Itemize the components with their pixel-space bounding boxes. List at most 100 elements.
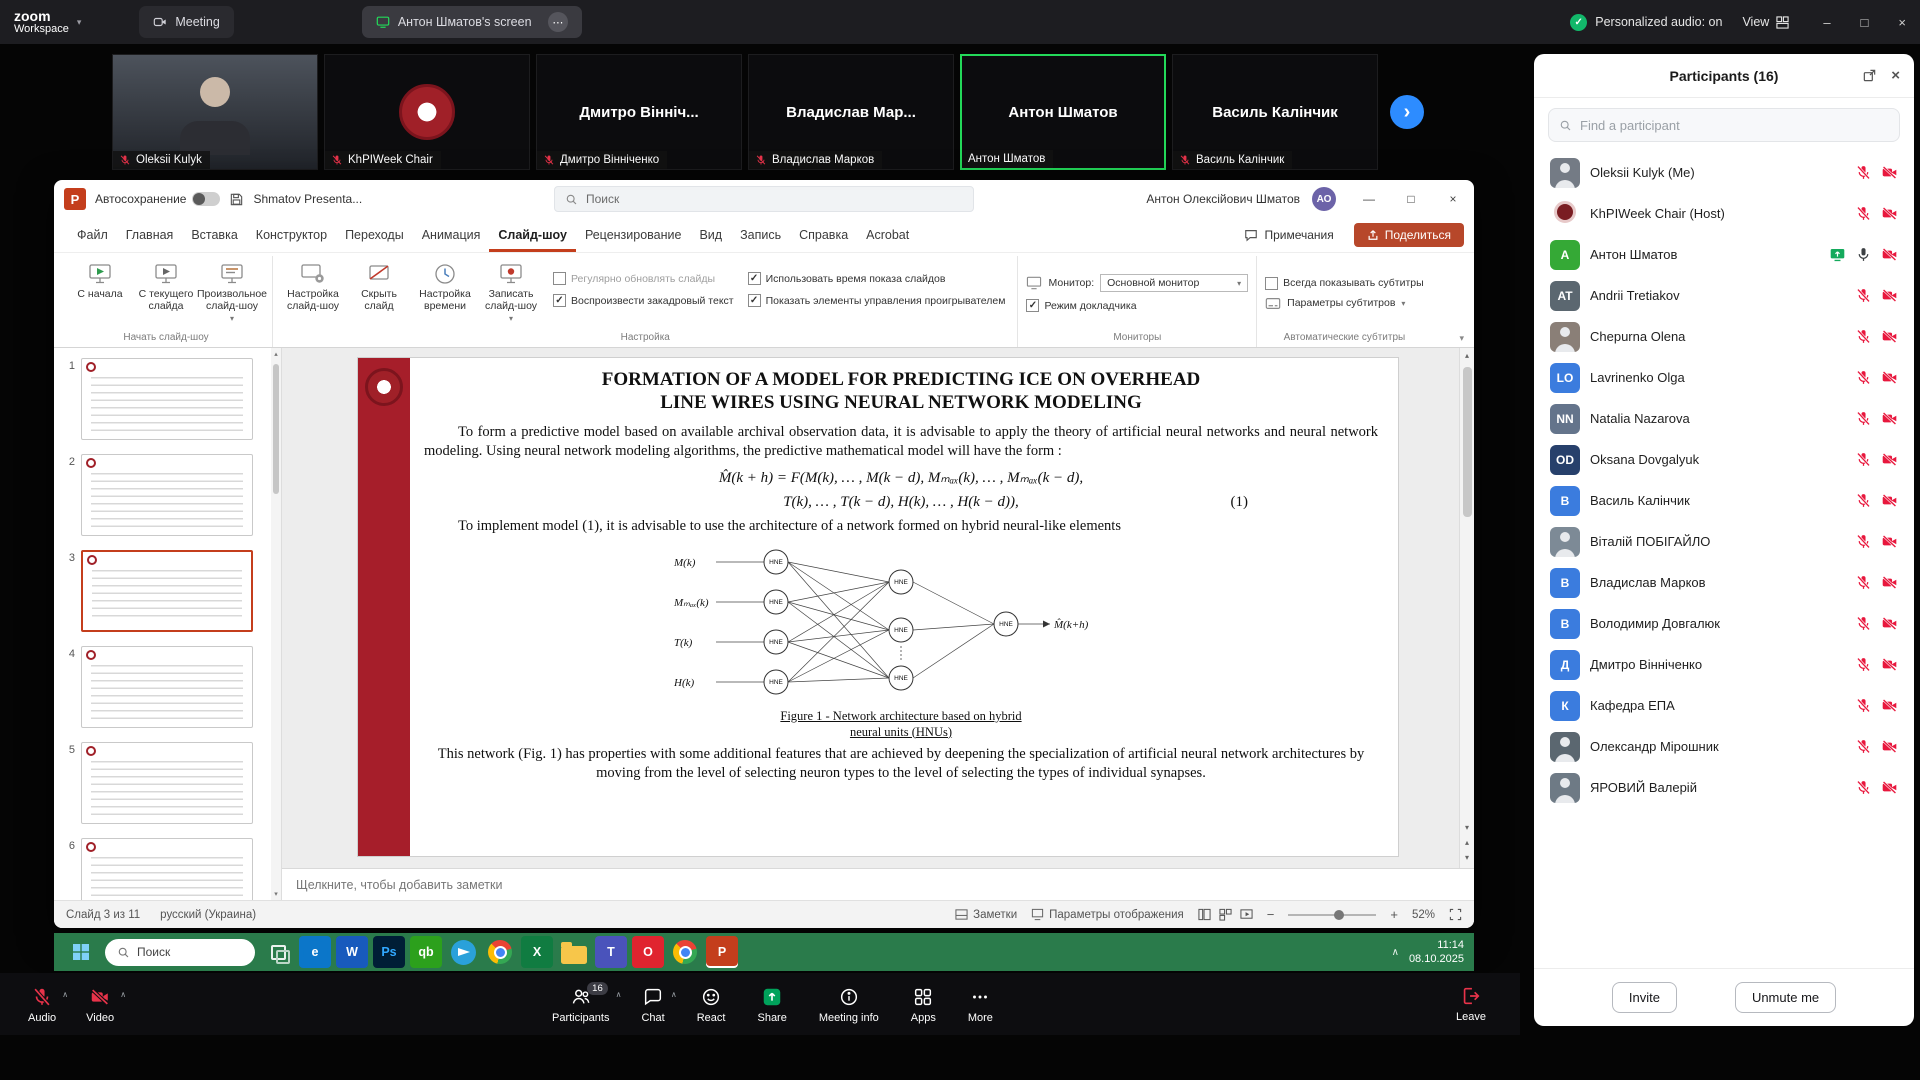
document-title[interactable]: Shmatov Presenta... xyxy=(253,192,362,206)
account-avatar[interactable]: АО xyxy=(1312,187,1336,211)
participant-row[interactable]: А Антон Шматов xyxy=(1534,234,1914,275)
checkbox[interactable] xyxy=(1265,277,1278,290)
apps-button[interactable]: Apps xyxy=(899,980,948,1028)
find-participant-input[interactable]: Find a participant xyxy=(1548,108,1900,142)
tab-more-icon[interactable]: ⋯ xyxy=(548,12,568,32)
minimize-button[interactable]: – xyxy=(1823,15,1830,30)
participant-row[interactable]: AT Andrii Tretiakov xyxy=(1534,275,1914,316)
chat-options-caret[interactable]: ∧ xyxy=(671,990,677,999)
video-tile[interactable]: Владислав Мар... Владислав Марков xyxy=(748,54,954,170)
scroll-up-icon[interactable]: ▴ xyxy=(271,350,281,358)
record-slideshow-button[interactable]: Записать слайд-шоу ▾ xyxy=(479,256,543,323)
fit-to-window-button[interactable] xyxy=(1449,908,1462,921)
participant-row[interactable]: LO Lavrinenko Olga xyxy=(1534,357,1914,398)
slide-paragraph-1[interactable]: To form a predictive model based on avai… xyxy=(424,423,1378,461)
view-button[interactable]: View xyxy=(1742,15,1789,29)
tab-shared-screen[interactable]: Антон Шматов's screen ⋯ xyxy=(362,6,582,38)
checkbox[interactable] xyxy=(748,272,761,285)
video-tile[interactable]: Антон Шматов Антон Шматов xyxy=(960,54,1166,170)
leave-button[interactable]: Leave xyxy=(1456,973,1486,1035)
ppt-maximize-button[interactable]: □ xyxy=(1390,180,1432,218)
participant-row[interactable]: В Володимир Довгалюк xyxy=(1534,603,1914,644)
tab-meeting[interactable]: Meeting xyxy=(139,6,233,38)
taskbar-app-icon[interactable]: W xyxy=(336,936,368,968)
rehearse-timings-button[interactable]: Настройка времени xyxy=(413,256,477,313)
ribbon-checkbox[interactable]: Воспроизвести закадровый текст xyxy=(553,294,734,307)
notes-pane[interactable]: Щелкните, чтобы добавить заметки xyxy=(282,868,1474,900)
slideshow-view-button[interactable] xyxy=(1240,908,1253,921)
slide-thumbnail[interactable]: 2 xyxy=(60,454,267,536)
menu-tab[interactable]: Acrobat xyxy=(857,220,918,252)
share-document-button[interactable]: Поделиться xyxy=(1354,223,1464,247)
next-slide-button[interactable]: ▾ xyxy=(1465,850,1469,868)
participants-options-caret[interactable]: ∧ xyxy=(616,990,622,999)
slide-title[interactable]: FORMATION OF A MODEL FOR PREDICTING ICE … xyxy=(424,368,1378,414)
zoom-out-button[interactable]: − xyxy=(1267,907,1275,922)
formula-line-2[interactable]: T(k), … , T(k − d), H(k), … , H(k − d)),… xyxy=(424,494,1378,511)
taskbar-app-icon[interactable] xyxy=(669,936,701,968)
custom-slideshow-button[interactable]: Произвольное слайд-шоу ▾ xyxy=(200,256,264,323)
scroll-down-icon[interactable]: ▾ xyxy=(1465,820,1469,835)
taskbar-app-icon[interactable] xyxy=(447,936,479,968)
menu-tab[interactable]: Слайд-шоу xyxy=(489,220,576,252)
participant-row[interactable]: В Василь Калінчик xyxy=(1534,480,1914,521)
zoom-percentage[interactable]: 52% xyxy=(1412,909,1435,921)
slide-sorter-view-button[interactable] xyxy=(1219,908,1232,921)
close-panel-icon[interactable]: × xyxy=(1891,67,1900,84)
more-button[interactable]: More xyxy=(956,980,1005,1028)
participant-row[interactable]: Chepurna Olena xyxy=(1534,316,1914,357)
monitor-dropdown[interactable]: Основной монитор ▾ xyxy=(1100,274,1248,292)
slide-thumbnail[interactable]: 1 xyxy=(60,358,267,440)
always-show-captions-checkbox[interactable]: Всегда показывать субтитры xyxy=(1265,277,1424,290)
menu-tab[interactable]: Анимация xyxy=(413,220,490,252)
participant-row[interactable]: Д Дмитро Вінніченко xyxy=(1534,644,1914,685)
ppt-search-input[interactable]: Поиск xyxy=(554,186,974,212)
caption-settings-button[interactable]: Параметры субтитров ▾ xyxy=(1265,297,1405,310)
ribbon-checkbox[interactable]: Использ­овать время показа слайдов xyxy=(748,272,1006,285)
participants-button[interactable]: ∧ 16 Participants xyxy=(540,980,621,1028)
participant-row[interactable]: Олександр Мірошник xyxy=(1534,726,1914,767)
menu-tab[interactable]: Вид xyxy=(690,220,731,252)
previous-slide-button[interactable]: ▴ xyxy=(1465,835,1469,850)
participant-row[interactable]: OD Oksana Dovgalyuk xyxy=(1534,439,1914,480)
formula-line-1[interactable]: M̂(k + h) = F(M(k), … , M(k − d), Mₘₐₓ(k… xyxy=(424,468,1378,487)
slide-thumbnail[interactable]: 5 xyxy=(60,742,267,824)
taskbar-app-icon[interactable]: X xyxy=(521,936,553,968)
chat-button[interactable]: ∧ Chat xyxy=(629,980,676,1028)
scroll-down-icon[interactable]: ▾ xyxy=(271,890,281,898)
close-button[interactable]: × xyxy=(1898,15,1906,30)
participant-row[interactable]: В Владислав Марков xyxy=(1534,562,1914,603)
menu-tab[interactable]: Рецензирование xyxy=(576,220,691,252)
taskbar-app-icon[interactable]: e xyxy=(299,936,331,968)
video-tile[interactable]: KhPIWeek Chair xyxy=(324,54,530,170)
taskbar-app-icon[interactable]: T xyxy=(595,936,627,968)
chevron-down-icon[interactable]: ▾ xyxy=(77,17,82,28)
react-button[interactable]: React xyxy=(685,980,738,1028)
meeting-info-button[interactable]: Meeting info xyxy=(807,980,891,1028)
video-tile[interactable]: Дмитро Вінніч... Дмитро Вінніченко xyxy=(536,54,742,170)
taskbar-app-icon[interactable] xyxy=(558,936,590,968)
from-start-button[interactable]: С начала xyxy=(68,256,132,301)
scroll-up-icon[interactable]: ▴ xyxy=(1465,348,1469,363)
slide-scrollbar[interactable]: ▴ ▾ ▴ ▾ xyxy=(1459,348,1474,868)
ppt-minimize-button[interactable]: — xyxy=(1348,180,1390,218)
menu-tab[interactable]: Запись xyxy=(731,220,790,252)
audio-button[interactable]: ∧ Audio xyxy=(16,980,68,1028)
participant-row[interactable]: Oleksii Kulyk (Me) xyxy=(1534,152,1914,193)
ppt-close-button[interactable]: × xyxy=(1432,180,1474,218)
menu-tab[interactable]: Вставка xyxy=(182,220,246,252)
video-options-caret[interactable]: ∧ xyxy=(120,990,126,999)
from-current-slide-button[interactable]: С текущего слайда xyxy=(134,256,198,313)
video-button[interactable]: ∧ Video xyxy=(74,980,126,1028)
taskbar-app-icon[interactable]: O xyxy=(632,936,664,968)
video-tile[interactable]: Oleksii Kulyk xyxy=(112,54,318,170)
autosave-control[interactable]: Автосохранение xyxy=(95,192,220,206)
taskbar-search-input[interactable]: Поиск xyxy=(105,939,255,966)
menu-tab[interactable]: Главная xyxy=(117,220,183,252)
participant-row[interactable]: KhPIWeek Chair (Host) xyxy=(1534,193,1914,234)
zoom-in-button[interactable]: + xyxy=(1390,907,1398,922)
ribbon-checkbox[interactable]: Показать элементы управления проигрывате… xyxy=(748,294,1006,307)
participant-row[interactable]: К Кафедра ЕПА xyxy=(1534,685,1914,726)
slide-thumbnail[interactable]: 6 xyxy=(60,838,267,900)
presenter-mode-checkbox[interactable]: Режим докладчика xyxy=(1026,299,1136,312)
